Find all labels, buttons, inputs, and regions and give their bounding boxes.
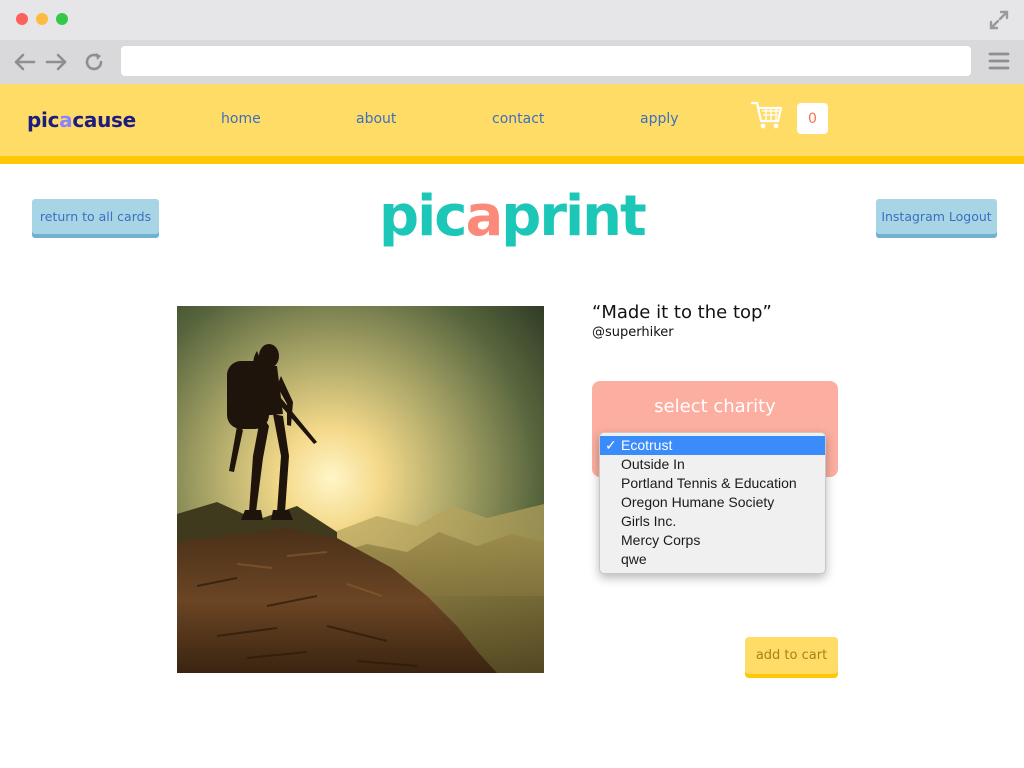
add-to-cart-button[interactable]: add to cart — [745, 637, 838, 674]
title-accent: a — [465, 184, 503, 249]
title-suffix: print — [501, 184, 647, 249]
browser-toolbar — [0, 40, 1024, 84]
back-arrow-icon[interactable] — [10, 48, 38, 76]
title-prefix: pic — [379, 184, 467, 249]
option-label: Ecotrust — [621, 437, 673, 453]
nav-about-link[interactable]: about — [356, 111, 396, 127]
charity-option-ecotrust[interactable]: ✓ Ecotrust — [600, 436, 825, 455]
instagram-handle: @superhiker — [592, 325, 674, 340]
logo-accent: a — [59, 108, 73, 132]
logo-suffix: cause — [72, 108, 136, 132]
close-window-button[interactable] — [16, 13, 28, 25]
photo-caption: “Made it to the top” — [592, 302, 772, 323]
picacause-logo[interactable]: picacause — [27, 108, 136, 132]
fullscreen-icon[interactable] — [988, 9, 1010, 31]
browser-titlebar — [0, 0, 1024, 40]
picaprint-logo: picaprint — [379, 182, 647, 252]
logo-prefix: pic — [27, 108, 60, 132]
charity-option-portland-tennis[interactable]: Portland Tennis & Education — [600, 474, 825, 493]
maximize-window-button[interactable] — [56, 13, 68, 25]
nav-apply-link[interactable]: apply — [640, 111, 679, 127]
site-header: picacause home about contact apply 0 — [0, 84, 1024, 164]
shopping-cart-icon[interactable] — [750, 100, 784, 132]
charity-option-outside-in[interactable]: Outside In — [600, 455, 825, 474]
charity-option-mercy-corps[interactable]: Mercy Corps — [600, 531, 825, 550]
forward-arrow-icon[interactable] — [43, 48, 71, 76]
return-to-all-cards-button[interactable]: return to all cards — [32, 199, 159, 234]
hamburger-menu-icon[interactable] — [988, 50, 1010, 72]
select-charity-heading: select charity — [654, 396, 776, 417]
nav-contact-link[interactable]: contact — [492, 111, 544, 127]
charity-option-oregon-humane[interactable]: Oregon Humane Society — [600, 493, 825, 512]
charity-dropdown-menu[interactable]: ✓ Ecotrust Outside In Portland Tennis & E… — [599, 432, 826, 574]
cart-count-badge[interactable]: 0 — [797, 103, 828, 134]
reload-icon[interactable] — [80, 48, 108, 76]
hiker-photo — [177, 306, 544, 673]
minimize-window-button[interactable] — [36, 13, 48, 25]
checkmark-icon: ✓ — [605, 437, 617, 453]
address-bar[interactable] — [121, 46, 971, 76]
instagram-logout-button[interactable]: Instagram Logout — [876, 199, 997, 234]
charity-option-girls-inc[interactable]: Girls Inc. — [600, 512, 825, 531]
charity-option-qwe[interactable]: qwe — [600, 550, 825, 569]
nav-home-link[interactable]: home — [221, 111, 261, 127]
